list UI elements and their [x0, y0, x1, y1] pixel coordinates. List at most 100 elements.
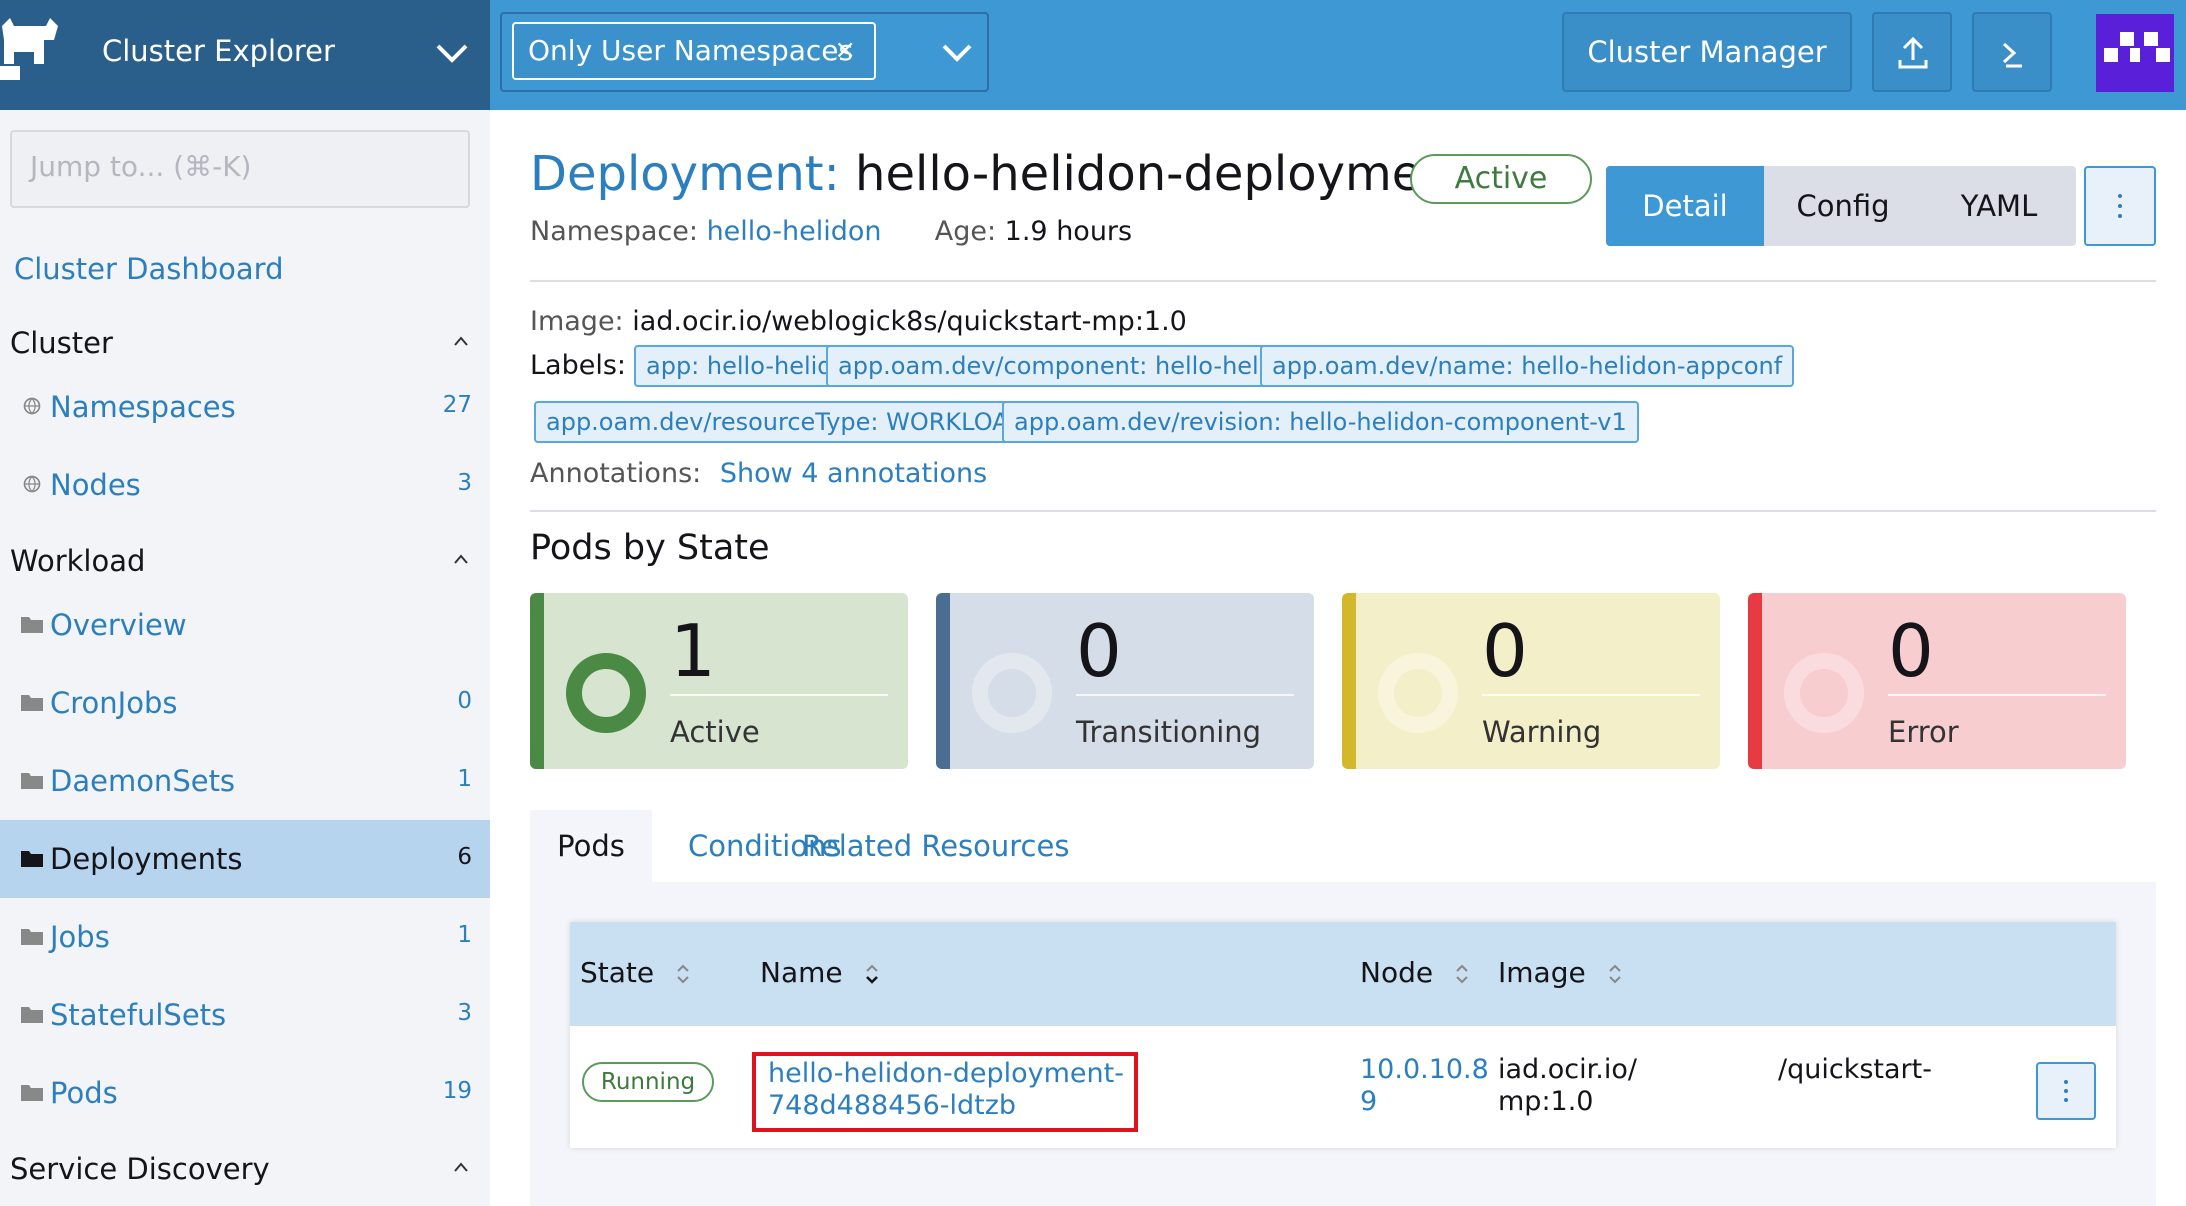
- annotations-key: Annotations:: [530, 458, 702, 489]
- pod-image-suffix: /quickstart-: [1778, 1054, 1932, 1085]
- sidebar-item-nodes[interactable]: Nodes 3: [0, 446, 490, 524]
- folder-icon: [21, 617, 43, 633]
- view-mode-switcher: Detail Config YAML: [1606, 166, 2076, 246]
- sidebar-item-label: Pods: [50, 1076, 118, 1110]
- sort-icon: [1608, 964, 1621, 984]
- sidebar-item-label: CronJobs: [50, 686, 178, 720]
- labels-key: Labels:: [530, 350, 627, 381]
- state-count: 0: [1076, 609, 1122, 693]
- chevron-up-icon: [454, 554, 468, 564]
- chevron-down-icon[interactable]: [940, 40, 974, 66]
- sort-icon: [1456, 964, 1468, 984]
- cluster-switcher[interactable]: Cluster Explorer: [0, 0, 490, 110]
- label-tag: app.oam.dev/revision: hello-helidon-comp…: [1002, 401, 1639, 443]
- sidebar-item-label: Nodes: [50, 468, 141, 502]
- sidebar-item-label: Deployments: [50, 842, 243, 876]
- sidebar-item-jobs[interactable]: Jobs 1: [0, 898, 490, 976]
- namespace-key: Namespace:: [530, 216, 698, 247]
- sidebar-item-count: 19: [442, 1078, 472, 1104]
- state-label: Warning: [1482, 715, 1602, 749]
- pod-node-link[interactable]: 10.0.10.8 9: [1360, 1054, 1489, 1118]
- rancher-logo-icon: [0, 18, 58, 80]
- namespace-filter-label: Only User Namespaces: [528, 34, 854, 67]
- cluster-dashboard-link[interactable]: Cluster Dashboard: [14, 252, 283, 286]
- group-cluster-label: Cluster: [10, 326, 113, 360]
- sort-down-icon: [865, 964, 878, 984]
- pod-image: iad.ocir.io/ mp:1.0: [1498, 1054, 1637, 1117]
- pods-by-state-heading: Pods by State: [530, 528, 770, 568]
- sidebar-item-cronjobs[interactable]: CronJobs 0: [0, 664, 490, 742]
- terminal-icon: [2002, 42, 2022, 68]
- tab-pods[interactable]: Pods: [530, 810, 652, 882]
- resource-meta: Namespace: hello-helidon Age: 1.9 hours: [530, 216, 1132, 247]
- import-yaml-button[interactable]: [1872, 12, 1952, 92]
- divider: [530, 510, 2156, 512]
- status-badge: Active: [1410, 154, 1592, 204]
- folder-icon: [21, 851, 43, 867]
- sidebar-item-count: 0: [457, 688, 472, 714]
- label-tag: app.oam.dev/name: hello-helidon-appconf: [1260, 345, 1795, 387]
- sidebar-item-label: StatefulSets: [50, 998, 227, 1032]
- age-value: 1.9 hours: [1004, 216, 1133, 247]
- column-header-state[interactable]: State: [580, 956, 691, 989]
- group-cluster-header[interactable]: Cluster: [10, 326, 468, 360]
- namespace-filter[interactable]: Only User Namespaces ×: [500, 12, 989, 92]
- state-label: Transitioning: [1076, 715, 1262, 749]
- upload-icon: [1898, 36, 1928, 69]
- group-service-discovery-header[interactable]: Service Discovery: [10, 1152, 468, 1186]
- image-key: Image:: [530, 306, 624, 337]
- chevron-down-icon[interactable]: [434, 40, 470, 66]
- sidebar-item-count: 6: [457, 844, 472, 870]
- pods-table: State Name Node Image Running hello-heli…: [570, 922, 2116, 1148]
- state-label: Active: [670, 715, 760, 749]
- sidebar-item-daemonsets[interactable]: DaemonSets 1: [0, 742, 490, 820]
- close-icon[interactable]: ×: [834, 35, 856, 65]
- detail-view-button[interactable]: Detail: [1606, 166, 1764, 246]
- jump-to-search-input[interactable]: Jump to... (⌘-K): [10, 130, 470, 208]
- group-workload-label: Workload: [10, 544, 146, 578]
- state-card-active: 1 Active: [530, 593, 908, 769]
- kubectl-shell-button[interactable]: [1972, 12, 2052, 92]
- pod-name-link[interactable]: hello-helidon-deployment-748d488456-ldtz…: [752, 1052, 1138, 1132]
- group-service-discovery-label: Service Discovery: [10, 1152, 270, 1186]
- column-header-image[interactable]: Image: [1498, 956, 1623, 989]
- image-row: Image: iad.ocir.io/weblogick8s/quickstar…: [530, 306, 1187, 337]
- circle-icon: [1784, 653, 1864, 733]
- show-annotations-link[interactable]: Show 4 annotations: [720, 458, 987, 489]
- column-header-node[interactable]: Node: [1360, 956, 1470, 989]
- cluster-manager-button[interactable]: Cluster Manager: [1562, 12, 1852, 92]
- state-count: 1: [670, 609, 716, 693]
- state-count: 0: [1888, 609, 1934, 693]
- namespace-link[interactable]: hello-helidon: [707, 216, 882, 247]
- namespace-filter-chip[interactable]: Only User Namespaces ×: [512, 22, 876, 80]
- column-header-name[interactable]: Name: [760, 956, 880, 989]
- more-actions-button[interactable]: [2084, 166, 2156, 246]
- sidebar-item-deployments[interactable]: Deployments 6: [0, 820, 490, 898]
- sidebar-item-count: 3: [457, 470, 472, 496]
- sidebar-item-label: Jobs: [50, 920, 110, 954]
- annotations-row: Annotations: Show 4 annotations: [530, 458, 987, 489]
- yaml-view-button[interactable]: YAML: [1922, 166, 2076, 246]
- config-view-button[interactable]: Config: [1764, 166, 1922, 246]
- sidebar-item-pods[interactable]: Pods 19: [0, 1054, 490, 1132]
- table-header: State Name Node Image: [570, 922, 2116, 1026]
- state-count: 0: [1482, 609, 1528, 693]
- top-bar: Cluster Explorer Only User Namespaces × …: [0, 0, 2186, 110]
- sidebar-item-label: Namespaces: [50, 390, 236, 424]
- sidebar-item-count: 1: [457, 766, 472, 792]
- sidebar-item-overview[interactable]: Overview: [0, 586, 490, 664]
- divider: [530, 280, 2156, 282]
- sidebar-item-namespaces[interactable]: Namespaces 27: [0, 368, 490, 446]
- sidebar-item-statefulsets[interactable]: StatefulSets 3: [0, 976, 490, 1054]
- group-workload-header[interactable]: Workload: [10, 544, 468, 578]
- tab-strip: Pods Conditions Related Resources: [530, 810, 2156, 882]
- tab-related-resources[interactable]: Related Resources: [802, 810, 1069, 882]
- sidebar-item-label: DaemonSets: [50, 764, 236, 798]
- row-actions-button[interactable]: [2036, 1062, 2096, 1120]
- label-tag: app.oam.dev/resourceType: WORKLOAD: [534, 401, 1040, 443]
- image-value: iad.ocir.io/weblogick8s/quickstart-mp:1.…: [632, 306, 1187, 337]
- globe-icon: [23, 397, 41, 415]
- user-avatar[interactable]: [2096, 14, 2174, 92]
- sidebar: Jump to... (⌘-K) Cluster Dashboard Clust…: [0, 110, 490, 1206]
- main-content: Deployment: hello-helidon-deployment Act…: [490, 110, 2186, 1206]
